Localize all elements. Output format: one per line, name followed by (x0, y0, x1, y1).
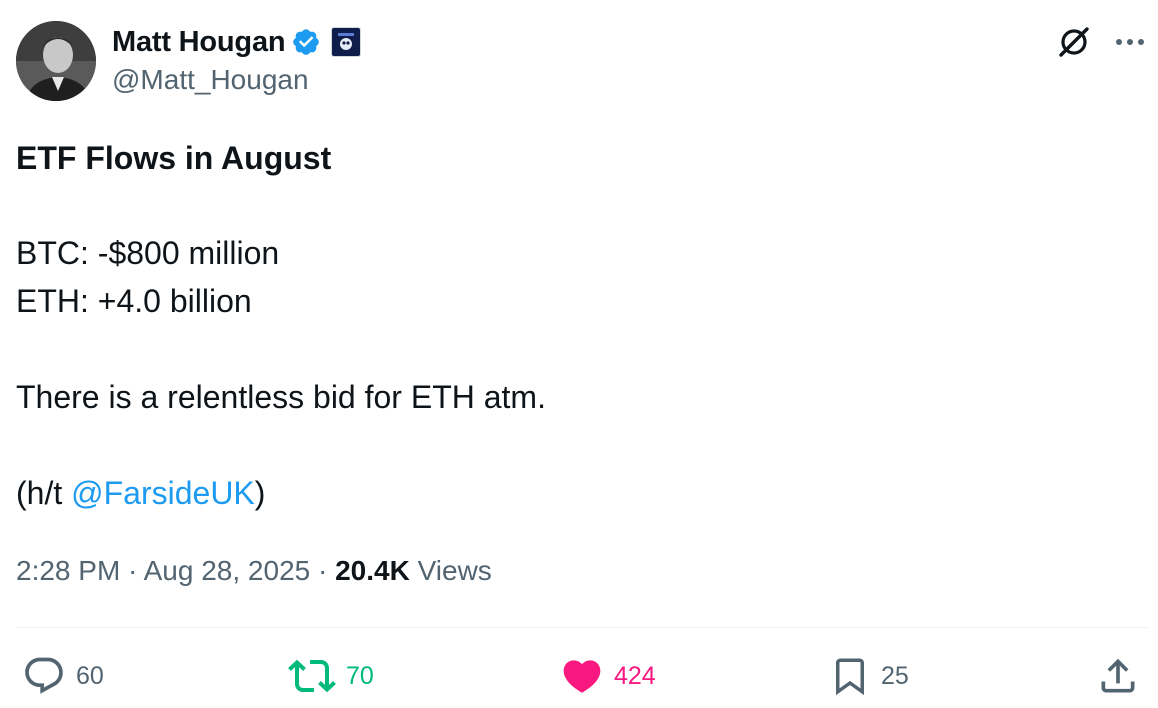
author-avatar[interactable] (16, 21, 96, 101)
like-count: 424 (614, 661, 656, 690)
bookmark-icon (836, 658, 864, 696)
tweet-time[interactable]: 2:28 PM (16, 555, 120, 586)
tweet-line-eth: ETH: +4.0 billion (16, 283, 252, 319)
reply-button[interactable]: 60 (22, 652, 104, 700)
meta-separator: · (310, 555, 336, 586)
bookmark-button[interactable]: 25 (829, 652, 909, 700)
tweet-hat-tip: (h/t @FarsideUK) (16, 473, 265, 513)
meta-separator: · (120, 555, 144, 586)
tweet-date[interactable]: Aug 28, 2025 (144, 555, 311, 586)
mention-link[interactable]: @FarsideUK (71, 475, 255, 511)
verified-badge-icon[interactable] (291, 27, 321, 57)
divider (16, 627, 1148, 628)
views-count[interactable]: 20.4K (335, 555, 410, 586)
tweet-line-bid: There is a relentless bid for ETH atm. (16, 379, 546, 415)
grok-icon[interactable] (1054, 22, 1094, 62)
hat-tip-prefix: (h/t (16, 475, 72, 511)
author-name-row: Matt Hougan (112, 22, 362, 62)
share-upload-icon (1101, 658, 1135, 693)
heart-icon (563, 660, 601, 693)
repost-button[interactable]: 70 (288, 652, 374, 700)
repost-arrows-icon (288, 659, 336, 693)
tweet-line-btc: BTC: -$800 million (16, 235, 280, 271)
hat-tip-suffix: ) (254, 475, 266, 511)
bookmark-count: 25 (881, 661, 909, 690)
share-button[interactable] (1096, 652, 1140, 700)
views-label[interactable]: Views (410, 555, 492, 586)
author-handle[interactable]: @Matt_Hougan (112, 64, 309, 96)
more-dots-icon[interactable] (1110, 22, 1150, 62)
reply-count: 60 (76, 661, 104, 690)
like-button[interactable]: 424 (560, 652, 656, 700)
repost-count: 70 (346, 661, 374, 690)
tweet-meta: 2:28 PM · Aug 28, 2025 · 20.4K Views (16, 553, 492, 589)
reply-bubble-icon (25, 657, 63, 694)
author-display-name[interactable]: Matt Hougan (112, 26, 286, 59)
affiliate-badge-icon[interactable] (331, 27, 362, 57)
tweet-heading: ETF Flows in August (16, 140, 332, 176)
